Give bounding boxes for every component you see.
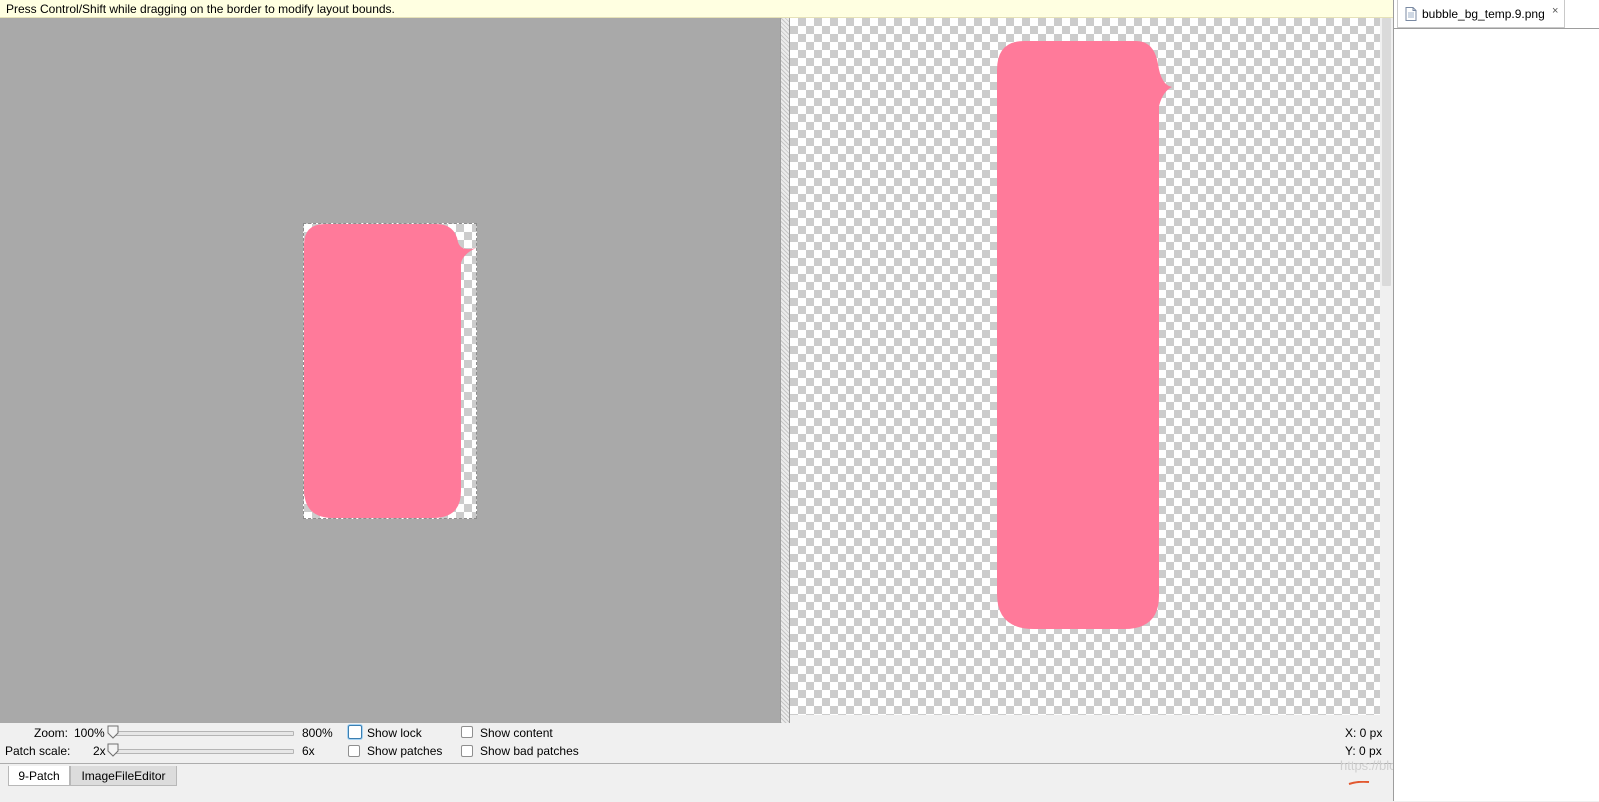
editor-canvas[interactable] (0, 18, 780, 723)
patch-scale-label: Patch scale: (5, 744, 71, 758)
show-lock-checkbox[interactable] (348, 725, 362, 739)
tab-image-file-editor-label: ImageFileEditor (81, 769, 166, 783)
preview-bubble-shape (997, 41, 1172, 629)
show-bad-patches-label[interactable]: Show bad patches (480, 744, 579, 758)
cursor-x-readout: X: 0 px (1345, 726, 1383, 740)
pane-splitter[interactable] (780, 18, 790, 723)
nine-patch-image[interactable] (303, 223, 477, 519)
bubble-shape (304, 224, 476, 518)
zoom-max-label: 800% (302, 726, 333, 740)
patch-scale-max-label: 6x (302, 744, 315, 758)
patch-scale-min-label: 2x (93, 744, 106, 758)
close-icon[interactable]: × (1552, 5, 1558, 17)
hint-text: Press Control/Shift while dragging on th… (6, 2, 395, 16)
show-content-label[interactable]: Show content (480, 726, 553, 740)
editor-tab-bar: 9-Patch ImageFileEditor (0, 763, 1393, 802)
show-content-checkbox[interactable] (461, 726, 473, 738)
file-tab-label: bubble_bg_temp.9.png (1422, 7, 1545, 21)
patch-scale-slider[interactable] (110, 749, 294, 754)
preview-scrollbar[interactable] (1380, 18, 1393, 715)
tab-9-patch[interactable]: 9-Patch (8, 766, 70, 786)
controls-panel: Zoom: 100% 800% Patch scale: 2x 6x Show … (0, 723, 1393, 763)
tab-9-patch-label: 9-Patch (18, 769, 60, 783)
preview-bubble-path (997, 41, 1172, 629)
preview-scrollbar-thumb[interactable] (1382, 18, 1391, 286)
show-patches-checkbox[interactable] (348, 745, 360, 757)
hint-bar: Press Control/Shift while dragging on th… (0, 0, 1393, 18)
zoom-min-label: 100% (74, 726, 105, 740)
show-bad-patches-checkbox[interactable] (461, 745, 473, 757)
image-file-icon (1405, 7, 1417, 21)
show-patches-label[interactable]: Show patches (367, 744, 442, 758)
file-tab[interactable]: bubble_bg_temp.9.png × (1397, 0, 1565, 28)
zoom-slider[interactable] (110, 731, 294, 736)
show-lock-label[interactable]: Show lock (367, 726, 422, 740)
watermark-mark-icon (1348, 781, 1370, 785)
bubble-path (304, 224, 476, 518)
zoom-label: Zoom: (34, 726, 69, 740)
file-sidebar: bubble_bg_temp.9.png × (1393, 0, 1599, 801)
patch-scale-slider-thumb[interactable] (107, 743, 119, 757)
sidebar-divider (1394, 28, 1599, 29)
zoom-slider-thumb[interactable] (107, 725, 119, 739)
tab-image-file-editor[interactable]: ImageFileEditor (70, 766, 177, 786)
stretch-preview (790, 18, 1380, 715)
cursor-y-readout: Y: 0 px (1345, 744, 1382, 758)
